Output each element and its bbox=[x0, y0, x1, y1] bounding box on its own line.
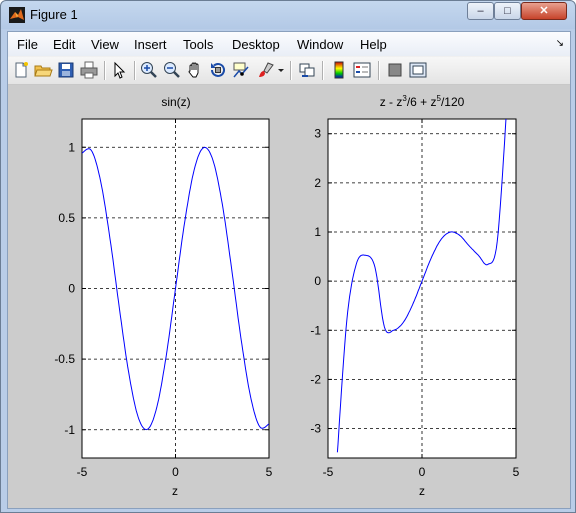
y-tick-label: 2 bbox=[314, 176, 321, 190]
minimize-button[interactable]: – bbox=[467, 2, 494, 20]
figure-window: Figure 1 – □ ✕ File Edit View Insert Too… bbox=[0, 0, 576, 513]
y-tick-label: -1 bbox=[64, 423, 75, 437]
x-axis-label: z bbox=[172, 484, 178, 498]
menu-bar: File Edit View Insert Tools Desktop Wind… bbox=[8, 32, 570, 56]
matlab-logo-icon bbox=[9, 7, 25, 23]
dock-arrow-icon[interactable]: ↘ bbox=[556, 38, 564, 49]
save-icon[interactable] bbox=[56, 60, 76, 80]
colorbar-icon[interactable] bbox=[329, 60, 349, 80]
x-tick-label: -5 bbox=[77, 465, 88, 479]
brush-dropdown-icon[interactable] bbox=[276, 60, 286, 80]
maximize-button[interactable]: □ bbox=[494, 2, 521, 20]
toolbar-separator bbox=[378, 61, 380, 80]
menu-edit[interactable]: Edit bbox=[53, 37, 75, 52]
link-plot-icon[interactable] bbox=[297, 60, 317, 80]
x-axis-label: z bbox=[419, 484, 425, 498]
x-tick-label: 0 bbox=[172, 465, 179, 479]
show-plot-tools-icon[interactable] bbox=[408, 60, 428, 80]
menu-tools[interactable]: Tools bbox=[183, 37, 213, 52]
y-tick-label: 0 bbox=[314, 274, 321, 288]
brush-icon[interactable] bbox=[256, 60, 276, 80]
subplot-sin-title: sin(z) bbox=[161, 95, 190, 109]
legend-icon[interactable] bbox=[352, 60, 372, 80]
plots-svg: sin(z) -5 0 5 -1 -0.5 0 0.5 1 z z - z3/6 + z5/1… bbox=[54, 94, 519, 498]
menu-help[interactable]: Help bbox=[360, 37, 387, 52]
y-tick-label: -0.5 bbox=[54, 352, 75, 366]
y-tick-label: 1 bbox=[314, 225, 321, 239]
y-tick-label: -1 bbox=[310, 323, 321, 337]
pan-hand-icon[interactable] bbox=[185, 60, 205, 80]
figure-canvas: sin(z) -5 0 5 -1 -0.5 0 0.5 1 z z - z3/6 + z5/1… bbox=[8, 85, 570, 508]
data-cursor-icon[interactable] bbox=[231, 60, 251, 80]
toolbar-separator bbox=[322, 61, 324, 80]
figure-frame: File Edit View Insert Tools Desktop Wind… bbox=[7, 31, 571, 509]
x-tick-label: -5 bbox=[323, 465, 334, 479]
title-bar[interactable]: Figure 1 – □ ✕ bbox=[1, 1, 575, 29]
subplot-taylor: z - z3/6 + z5/120 -5 0 5 -3 -2 -1 0 1 2 3 z bbox=[310, 94, 519, 498]
toolbar-separator bbox=[134, 61, 136, 80]
hide-plot-tools-icon[interactable] bbox=[385, 60, 405, 80]
subplot-taylor-title: z - z3/6 + z5/120 bbox=[380, 94, 465, 109]
y-tick-label: -3 bbox=[310, 422, 321, 436]
x-tick-label: 0 bbox=[419, 465, 426, 479]
close-button[interactable]: ✕ bbox=[521, 2, 567, 20]
y-tick-label: 1 bbox=[68, 140, 75, 154]
menu-window[interactable]: Window bbox=[297, 37, 343, 52]
menu-view[interactable]: View bbox=[91, 37, 119, 52]
x-tick-label: 5 bbox=[266, 465, 273, 479]
menu-file[interactable]: File bbox=[17, 37, 38, 52]
print-icon[interactable] bbox=[79, 60, 99, 80]
y-tick-label: 3 bbox=[314, 127, 321, 141]
menu-insert[interactable]: Insert bbox=[134, 37, 167, 52]
toolbar-separator bbox=[104, 61, 106, 80]
open-file-icon[interactable] bbox=[33, 60, 53, 80]
menu-desktop[interactable]: Desktop bbox=[232, 37, 280, 52]
y-tick-label: 0 bbox=[68, 282, 75, 296]
window-title: Figure 1 bbox=[30, 7, 78, 22]
rotate-3d-icon[interactable] bbox=[208, 60, 228, 80]
y-tick-label: 0.5 bbox=[58, 211, 75, 225]
toolbar-separator bbox=[290, 61, 292, 80]
zoom-out-icon[interactable] bbox=[162, 60, 182, 80]
figure-toolbar bbox=[8, 57, 570, 85]
x-tick-label: 5 bbox=[513, 465, 520, 479]
edit-plot-arrow-icon[interactable] bbox=[109, 60, 129, 80]
new-figure-icon[interactable] bbox=[11, 60, 31, 80]
subplot-sin: sin(z) -5 0 5 -1 -0.5 0 0.5 1 z bbox=[54, 95, 272, 498]
zoom-in-icon[interactable] bbox=[139, 60, 159, 80]
y-tick-label: -2 bbox=[310, 372, 321, 386]
